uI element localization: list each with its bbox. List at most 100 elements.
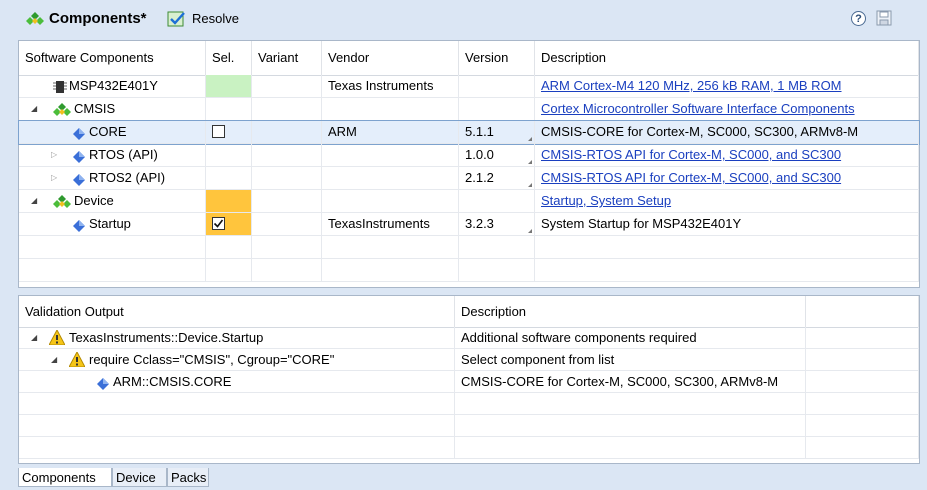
validation-row[interactable]: ARM::CMSIS.CORE CMSIS-CORE for Cortex-M, … bbox=[19, 371, 919, 393]
validation-description-cell: Additional software components required bbox=[455, 327, 806, 348]
component-group-icon bbox=[53, 194, 71, 212]
component-name-cell[interactable]: ◢ Device bbox=[19, 190, 206, 212]
component-row[interactable]: Startup TexasInstruments 3.2.3 System Start… bbox=[19, 213, 919, 236]
vendor-cell: TexasInstruments bbox=[322, 213, 459, 235]
description-cell[interactable]: CMSIS-RTOS API for Cortex-M, SC000, and … bbox=[535, 144, 919, 166]
component-name-cell[interactable]: ▷ RTOS (API) bbox=[19, 144, 206, 166]
description-link[interactable]: CMSIS-RTOS API for Cortex-M, SC000, and … bbox=[541, 147, 841, 162]
vendor-cell: ARM bbox=[322, 121, 459, 143]
sel-cell[interactable] bbox=[206, 213, 252, 235]
component-row[interactable]: MSP432E401Y Texas Instruments ARM Cortex-M… bbox=[19, 75, 919, 98]
vendor-cell bbox=[322, 190, 459, 212]
component-name-cell[interactable]: ▷ RTOS2 (API) bbox=[19, 167, 206, 189]
column-header-sel[interactable]: Sel. bbox=[206, 41, 252, 75]
description-link[interactable]: CMSIS-RTOS API for Cortex-M, SC000, and … bbox=[541, 170, 841, 185]
component-name-cell[interactable]: ◢ CMSIS bbox=[19, 98, 206, 120]
component-name: Device bbox=[74, 193, 114, 208]
empty-row bbox=[19, 393, 919, 415]
column-header-description[interactable]: Description bbox=[535, 41, 919, 75]
vendor-cell: Texas Instruments bbox=[322, 75, 459, 97]
component-name: MSP432E401Y bbox=[69, 78, 158, 93]
dropdown-corner-icon[interactable] bbox=[528, 229, 532, 233]
description-cell[interactable]: Startup, System Setup bbox=[535, 190, 919, 212]
help-icon[interactable]: ? bbox=[851, 11, 866, 26]
validation-description-cell: CMSIS-CORE for Cortex-M, SC000, SC300, A… bbox=[455, 371, 806, 392]
validation-row[interactable]: ◢ TexasInstruments::Device.Startup Additio… bbox=[19, 327, 919, 349]
sel-cell[interactable] bbox=[206, 144, 252, 166]
tab-packs[interactable]: Packs bbox=[167, 468, 209, 487]
description-link[interactable]: ARM Cortex-M4 120 MHz, 256 kB RAM, 1 MB … bbox=[541, 78, 842, 93]
empty-row bbox=[19, 236, 919, 259]
resolve-button[interactable]: Resolve bbox=[192, 11, 239, 26]
component-name-cell[interactable]: MSP432E401Y bbox=[19, 75, 206, 97]
component-row[interactable]: ▷ RTOS (API) 1.0.0 CMSIS-RTOS API for Corte… bbox=[19, 144, 919, 167]
component-group-icon bbox=[53, 102, 71, 120]
validation-description-cell: Select component from list bbox=[455, 349, 806, 370]
variant-cell bbox=[252, 213, 322, 235]
collapse-triangle-icon[interactable]: ◢ bbox=[31, 98, 37, 120]
save-icon[interactable] bbox=[876, 10, 892, 29]
select-checkbox[interactable] bbox=[212, 217, 225, 231]
components-diamond-icon bbox=[26, 12, 44, 29]
collapse-triangle-icon[interactable]: ◢ bbox=[51, 349, 57, 370]
component-row[interactable]: ◢ CMSIS Cortex Microcontroller Software In… bbox=[19, 98, 919, 121]
column-header-version[interactable]: Version bbox=[459, 41, 535, 75]
sel-cell[interactable] bbox=[206, 121, 252, 143]
collapse-triangle-icon[interactable]: ◢ bbox=[31, 327, 37, 348]
dropdown-corner-icon[interactable] bbox=[528, 183, 532, 187]
description-link[interactable]: Cortex Microcontroller Software Interfac… bbox=[541, 101, 855, 116]
components-header-row: Software Components Sel. Variant Vendor Vers… bbox=[19, 41, 919, 76]
component-row[interactable]: ▷ RTOS2 (API) 2.1.2 CMSIS-RTOS API for Cort… bbox=[19, 167, 919, 190]
description-cell[interactable]: ARM Cortex-M4 120 MHz, 256 kB RAM, 1 MB … bbox=[535, 75, 919, 97]
description-text: CMSIS-CORE for Cortex-M, SC000, SC300, A… bbox=[541, 124, 859, 139]
component-icon bbox=[73, 148, 85, 166]
empty-row bbox=[19, 437, 919, 459]
description-link[interactable]: Startup, System Setup bbox=[541, 193, 671, 208]
description-cell[interactable]: Cortex Microcontroller Software Interfac… bbox=[535, 98, 919, 120]
version-cell: 3.2.3 bbox=[459, 213, 535, 235]
sel-cell[interactable] bbox=[206, 75, 252, 97]
dropdown-corner-icon[interactable] bbox=[528, 160, 532, 164]
column-header-description[interactable]: Description bbox=[455, 296, 806, 327]
column-header-validation-output[interactable]: Validation Output bbox=[19, 296, 455, 327]
expand-triangle-icon[interactable]: ▷ bbox=[51, 144, 57, 166]
component-name-cell[interactable]: CORE bbox=[19, 121, 206, 143]
warning-icon bbox=[68, 350, 86, 370]
description-cell: System Startup for MSP432E401Y bbox=[535, 213, 919, 235]
empty-cell bbox=[19, 437, 455, 458]
tab-device[interactable]: Device bbox=[112, 468, 167, 487]
empty-cell bbox=[806, 415, 919, 436]
validation-output-cell[interactable]: ARM::CMSIS.CORE bbox=[19, 371, 455, 392]
version-cell bbox=[459, 190, 535, 212]
empty-cell bbox=[455, 415, 806, 436]
empty-cell bbox=[806, 437, 919, 458]
empty-cell bbox=[252, 236, 322, 258]
validation-output-text: ARM::CMSIS.CORE bbox=[113, 374, 232, 389]
empty-cell bbox=[19, 259, 206, 281]
empty-cell bbox=[806, 371, 919, 392]
component-row[interactable]: ◢ Device Startup, System Setup bbox=[19, 190, 919, 213]
vendor-cell bbox=[322, 98, 459, 120]
column-header-extra bbox=[806, 296, 919, 327]
component-row[interactable]: CORE ARM 5.1.1 CMSIS-CORE for Cortex-M, SC0… bbox=[18, 120, 920, 145]
sel-cell[interactable] bbox=[206, 190, 252, 212]
validation-output-text: TexasInstruments::Device.Startup bbox=[69, 330, 264, 345]
column-header-vendor[interactable]: Vendor bbox=[322, 41, 459, 75]
expand-triangle-icon[interactable]: ▷ bbox=[51, 167, 57, 189]
select-checkbox[interactable] bbox=[212, 125, 225, 139]
collapse-triangle-icon[interactable]: ◢ bbox=[31, 190, 37, 212]
validation-output-cell[interactable]: ◢ require Cclass="CMSIS", Cgroup="CORE" bbox=[19, 349, 455, 370]
sel-cell[interactable] bbox=[206, 167, 252, 189]
resolve-icon[interactable] bbox=[167, 10, 187, 31]
tab-components[interactable]: Components bbox=[18, 468, 112, 487]
sel-cell[interactable] bbox=[206, 98, 252, 120]
column-header-software-components[interactable]: Software Components bbox=[19, 41, 206, 75]
vendor-cell bbox=[322, 144, 459, 166]
validation-row[interactable]: ◢ require Cclass="CMSIS", Cgroup="CORE" Se… bbox=[19, 349, 919, 371]
dropdown-corner-icon[interactable] bbox=[528, 137, 532, 141]
component-name-cell[interactable]: Startup bbox=[19, 213, 206, 235]
description-cell[interactable]: CMSIS-RTOS API for Cortex-M, SC000, and … bbox=[535, 167, 919, 189]
empty-cell bbox=[322, 236, 459, 258]
validation-output-cell[interactable]: ◢ TexasInstruments::Device.Startup bbox=[19, 327, 455, 348]
column-header-variant[interactable]: Variant bbox=[252, 41, 322, 75]
